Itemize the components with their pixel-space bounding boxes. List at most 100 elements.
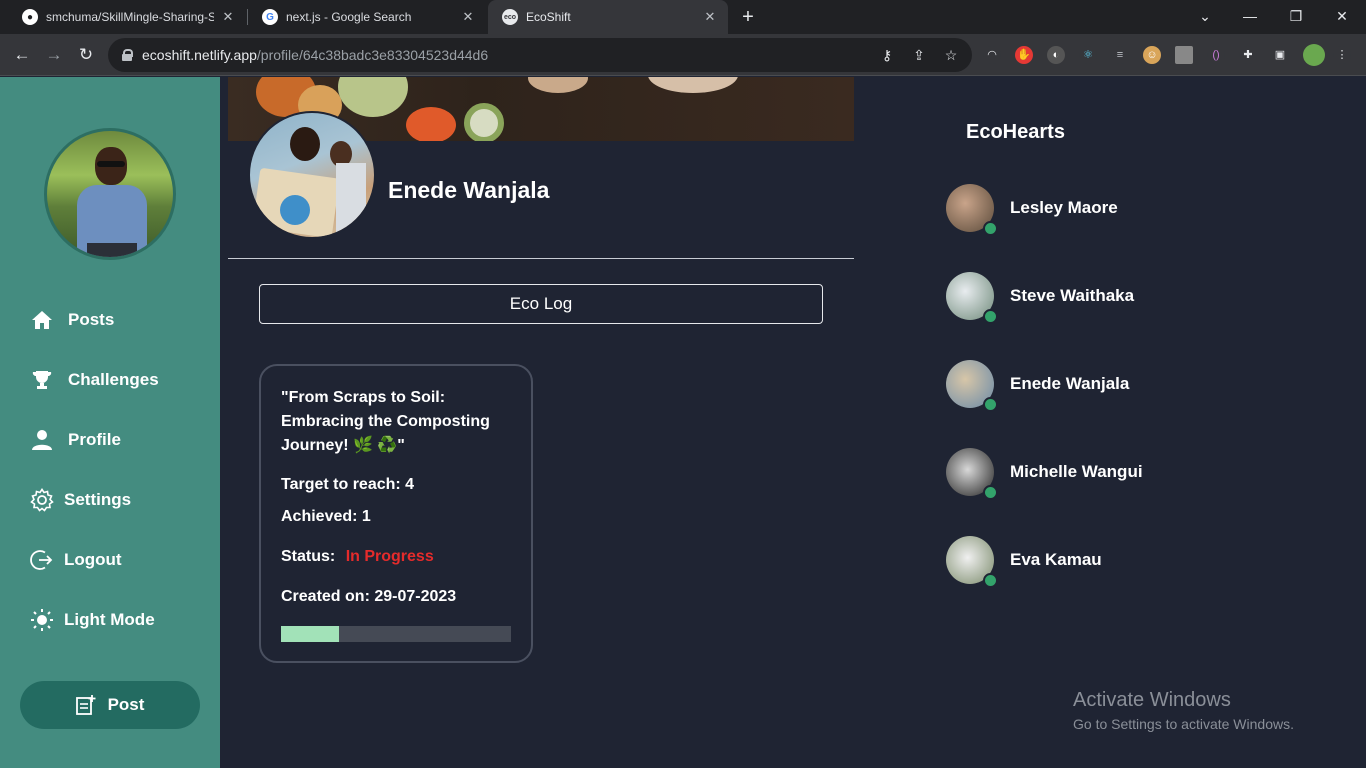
- nav-label: Profile: [68, 430, 121, 449]
- post-button-label: Post: [107, 695, 145, 714]
- tab-label: next.js - Google Search: [286, 10, 412, 24]
- user-icon: [30, 428, 54, 452]
- key-icon[interactable]: ⚷: [878, 46, 896, 64]
- friend-name: Michelle Wangui: [1010, 462, 1143, 481]
- challenge-status: Status: In Progress: [281, 548, 434, 566]
- nav-label: Logout: [64, 550, 122, 569]
- side-panel-icon[interactable]: ▣: [1271, 46, 1289, 64]
- nav-label: Posts: [68, 310, 115, 329]
- close-icon[interactable]: ✕: [460, 9, 476, 25]
- close-icon[interactable]: ✕: [702, 9, 718, 25]
- profile-picture[interactable]: [248, 111, 376, 239]
- extension-square-icon[interactable]: [1175, 46, 1193, 64]
- extension-brackets-icon[interactable]: (): [1207, 46, 1225, 64]
- user-avatar[interactable]: [44, 128, 176, 260]
- main-content: Enede Wanjala Eco Log "From Scraps to So…: [220, 77, 1366, 768]
- challenge-card[interactable]: "From Scraps to Soil: Embracing the Comp…: [259, 364, 533, 663]
- new-post-icon: [75, 695, 96, 715]
- challenge-title: "From Scraps to Soil: Embracing the Comp…: [281, 389, 490, 454]
- extension-lines-icon[interactable]: ≡: [1111, 46, 1129, 64]
- nav-posts[interactable]: Posts: [30, 305, 114, 335]
- trophy-icon: [30, 368, 54, 392]
- extension-stop-icon[interactable]: ✋: [1015, 46, 1033, 64]
- address-bar[interactable]: ecoshift.netlify.app /profile/64c38badc3…: [108, 38, 972, 72]
- new-tab-button[interactable]: +: [738, 6, 758, 28]
- minimize-button[interactable]: —: [1238, 4, 1262, 28]
- nav-settings[interactable]: Settings: [30, 485, 131, 515]
- watermark-line-1: Activate Windows: [1073, 689, 1231, 711]
- tab-ecoshift[interactable]: eco EcoShift ✕: [488, 0, 728, 34]
- profile-name: Enede Wanjala: [388, 177, 550, 203]
- nav-challenges[interactable]: Challenges: [30, 365, 159, 395]
- online-status-dot: [983, 309, 998, 324]
- nav-light-mode[interactable]: Light Mode: [30, 605, 155, 635]
- reload-button[interactable]: ↻: [74, 43, 98, 67]
- status-label: Status:: [281, 548, 336, 565]
- tab-search-chevron-icon[interactable]: ⌄: [1193, 4, 1217, 28]
- tab-label: EcoShift: [526, 10, 571, 24]
- challenge-achieved: Achieved: 1: [281, 508, 371, 525]
- status-badge: In Progress: [345, 548, 434, 565]
- url-path: /profile/64c38badc3e83304523d44d6: [256, 47, 489, 63]
- lock-icon[interactable]: [122, 49, 133, 61]
- progress-fill: [281, 626, 339, 642]
- friend-item[interactable]: Michelle Wangui: [946, 448, 1143, 500]
- friend-item[interactable]: Lesley Maore: [946, 184, 1118, 236]
- share-icon[interactable]: ⇪: [910, 46, 928, 64]
- extension-face-icon[interactable]: ☺: [1143, 46, 1161, 64]
- challenge-progress-bar: [281, 626, 511, 642]
- online-status-dot: [983, 221, 998, 236]
- challenge-created-date: Created on: 29-07-2023: [281, 588, 457, 605]
- forward-button[interactable]: →: [42, 43, 66, 67]
- friend-name: Eva Kamau: [1010, 550, 1102, 569]
- friend-item[interactable]: Steve Waithaka: [946, 272, 1135, 324]
- ecoshift-icon: eco: [502, 9, 518, 25]
- logout-icon: [30, 548, 54, 572]
- post-button[interactable]: Post: [20, 681, 200, 729]
- avatar: [946, 448, 998, 500]
- browser-toolbar: ← → ↻ ecoshift.netlify.app /profile/64c3…: [0, 34, 1366, 76]
- sidebar: Posts Challenges Profile Settings Logout…: [0, 77, 220, 768]
- bookmark-star-icon[interactable]: ☆: [942, 46, 960, 64]
- restore-button[interactable]: ❐: [1284, 4, 1308, 28]
- avatar: [946, 360, 998, 412]
- close-window-button[interactable]: ✕: [1330, 4, 1354, 28]
- nav-profile[interactable]: Profile: [30, 425, 121, 455]
- nav-label: Light Mode: [64, 610, 155, 629]
- url-host: ecoshift.netlify.app: [142, 47, 257, 63]
- ecohearts-title: EcoHearts: [966, 121, 1065, 143]
- menu-kebab-icon[interactable]: ⋮: [1333, 46, 1351, 64]
- tab-google-search[interactable]: G next.js - Google Search ✕: [248, 0, 486, 34]
- eco-log-button[interactable]: Eco Log: [259, 284, 823, 324]
- close-icon[interactable]: ✕: [220, 9, 236, 25]
- extension-mask-icon[interactable]: ◠: [983, 46, 1001, 64]
- sun-icon: [30, 608, 54, 632]
- friend-item[interactable]: Enede Wanjala: [946, 360, 1130, 412]
- back-button[interactable]: ←: [10, 43, 34, 67]
- activate-windows-watermark: Activate Windows Go to Settings to activ…: [1073, 689, 1294, 732]
- extension-dark-icon[interactable]: ◐: [1047, 46, 1065, 64]
- profile-avatar-icon[interactable]: [1303, 44, 1325, 66]
- nav-label: Challenges: [68, 370, 159, 389]
- google-icon: G: [262, 9, 278, 25]
- avatar: [946, 536, 998, 588]
- online-status-dot: [983, 573, 998, 588]
- friend-name: Enede Wanjala: [1010, 374, 1130, 393]
- avatar: [946, 184, 998, 236]
- tab-label: smchuma/SkillMingle-Sharing-S: [46, 10, 214, 24]
- react-devtools-icon[interactable]: ⚛: [1079, 46, 1097, 64]
- challenge-target: Target to reach: 4: [281, 476, 415, 493]
- friend-name: Steve Waithaka: [1010, 286, 1135, 305]
- github-icon: ●: [22, 9, 38, 25]
- tab-github[interactable]: ● smchuma/SkillMingle-Sharing-S ✕: [8, 0, 246, 34]
- gear-icon: [30, 488, 54, 512]
- browser-tab-bar: ● smchuma/SkillMingle-Sharing-S ✕ G next…: [0, 0, 1366, 34]
- watermark-line-2: Go to Settings to activate Windows.: [1073, 716, 1294, 732]
- home-icon: [30, 308, 54, 332]
- divider: [228, 258, 854, 259]
- nav-logout[interactable]: Logout: [30, 545, 122, 575]
- friend-item[interactable]: Eva Kamau: [946, 536, 1102, 588]
- nav-label: Settings: [64, 490, 132, 509]
- extensions-puzzle-icon[interactable]: ✚: [1239, 46, 1257, 64]
- friend-name: Lesley Maore: [1010, 198, 1118, 217]
